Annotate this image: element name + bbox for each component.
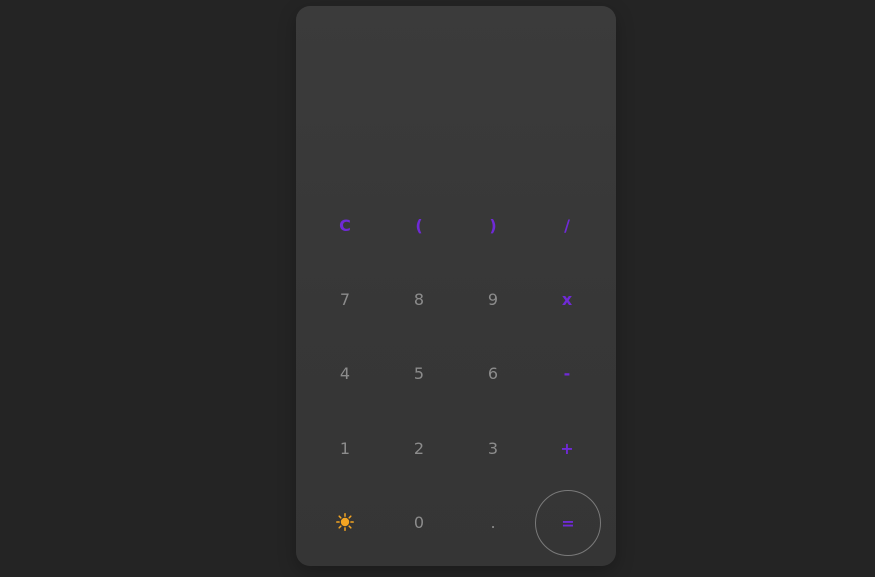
digit-2-button[interactable]: 2 (382, 411, 456, 485)
digit-7-button[interactable]: 7 (308, 262, 382, 336)
divide-button[interactable]: / (530, 188, 604, 262)
decimal-button[interactable]: . (456, 485, 530, 559)
page-background: C ( ) / 7 8 9 x 4 5 6 - 1 2 3 + 0 . = (0, 0, 875, 577)
theme-toggle-button[interactable] (308, 485, 382, 559)
multiply-button[interactable]: x (530, 262, 604, 336)
close-paren-button[interactable]: ) (456, 188, 530, 262)
digit-3-button[interactable]: 3 (456, 411, 530, 485)
digit-1-button[interactable]: 1 (308, 411, 382, 485)
open-paren-button[interactable]: ( (382, 188, 456, 262)
calculator-display (296, 6, 616, 186)
subtract-button[interactable]: - (530, 336, 604, 410)
calculator-panel: C ( ) / 7 8 9 x 4 5 6 - 1 2 3 + 0 . = (296, 6, 616, 566)
digit-8-button[interactable]: 8 (382, 262, 456, 336)
clear-button[interactable]: C (308, 188, 382, 262)
keypad: C ( ) / 7 8 9 x 4 5 6 - 1 2 3 + 0 . = (308, 184, 604, 559)
equals-button[interactable]: = (535, 490, 601, 556)
digit-9-button[interactable]: 9 (456, 262, 530, 336)
digit-6-button[interactable]: 6 (456, 336, 530, 410)
digit-4-button[interactable]: 4 (308, 336, 382, 410)
sun-icon (336, 513, 354, 531)
digit-0-button[interactable]: 0 (382, 485, 456, 559)
digit-5-button[interactable]: 5 (382, 336, 456, 410)
add-button[interactable]: + (530, 411, 604, 485)
